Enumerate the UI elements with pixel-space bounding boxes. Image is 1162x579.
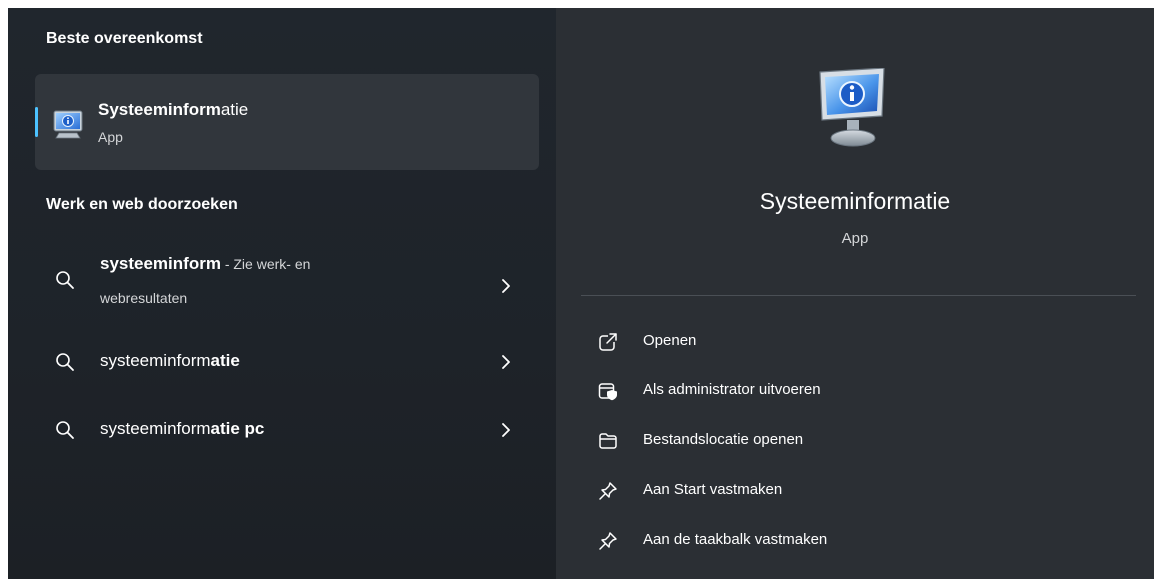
system-information-icon xyxy=(819,68,885,147)
results-pane: Beste overeenkomst Systeeminformatie App… xyxy=(8,8,556,579)
action-pin-to-start[interactable]: Aan Start vastmaken xyxy=(588,471,1108,511)
selection-indicator xyxy=(35,107,38,137)
run-as-admin-icon xyxy=(598,383,617,401)
search-suggestion-1[interactable]: systeeminform - Zie werk- en webresultat… xyxy=(35,242,539,316)
search-suggestion-3[interactable]: systeeminformatie pc xyxy=(35,402,539,458)
suggestion-query-bold: atie xyxy=(210,351,240,370)
search-icon xyxy=(56,353,74,371)
suggestion-line2: webresultaten xyxy=(100,290,188,306)
divider xyxy=(581,295,1136,296)
action-run-as-admin[interactable]: Als administrator uitvoeren xyxy=(588,371,1108,411)
best-match-title-highlight: Systeeminform xyxy=(98,100,221,119)
action-pin-to-taskbar[interactable]: Aan de taakbalk vastmaken xyxy=(588,521,1108,561)
suggestion-query: systeeminform xyxy=(100,351,211,370)
action-open[interactable]: Openen xyxy=(588,322,1108,362)
detail-subtitle: App xyxy=(841,230,869,247)
details-pane: Systeeminformatie App Openen Als adminis… xyxy=(556,8,1154,579)
pin-icon xyxy=(599,482,617,500)
detail-title: Systeeminformatie xyxy=(759,188,951,214)
search-icon xyxy=(56,421,74,439)
action-label: Als administrator uitvoeren xyxy=(643,381,821,398)
open-external-icon xyxy=(599,333,617,351)
pin-icon xyxy=(599,532,617,550)
web-search-heading: Werk en web doorzoeken xyxy=(46,196,238,213)
suggestion-query-bold: atie pc xyxy=(210,419,265,438)
action-open-file-location[interactable]: Bestandslocatie openen xyxy=(588,421,1108,461)
suggestion-query: systeeminform xyxy=(100,419,211,438)
suggestion-suffix: - Zie werk- en xyxy=(220,256,311,272)
action-label: Aan de taakbalk vastmaken xyxy=(643,531,828,548)
chevron-right-icon[interactable] xyxy=(501,422,511,438)
system-information-icon xyxy=(53,110,83,139)
chevron-right-icon[interactable] xyxy=(501,354,511,370)
chevron-right-icon[interactable] xyxy=(501,278,511,294)
action-label: Bestandslocatie openen xyxy=(643,431,804,448)
best-match-item[interactable]: Systeeminformatie App xyxy=(35,74,539,170)
action-label: Openen xyxy=(643,332,697,349)
search-flyout: Beste overeenkomst Systeeminformatie App… xyxy=(8,8,1154,579)
search-icon xyxy=(56,271,74,289)
best-match-heading: Beste overeenkomst xyxy=(46,30,203,47)
search-suggestion-2[interactable]: systeeminformatie xyxy=(35,334,539,390)
best-match-title-rest: atie xyxy=(220,100,249,119)
suggestion-query: systeeminform xyxy=(100,254,221,273)
folder-icon xyxy=(599,433,617,449)
best-match-subtitle: App xyxy=(98,129,123,145)
action-label: Aan Start vastmaken xyxy=(643,481,783,498)
